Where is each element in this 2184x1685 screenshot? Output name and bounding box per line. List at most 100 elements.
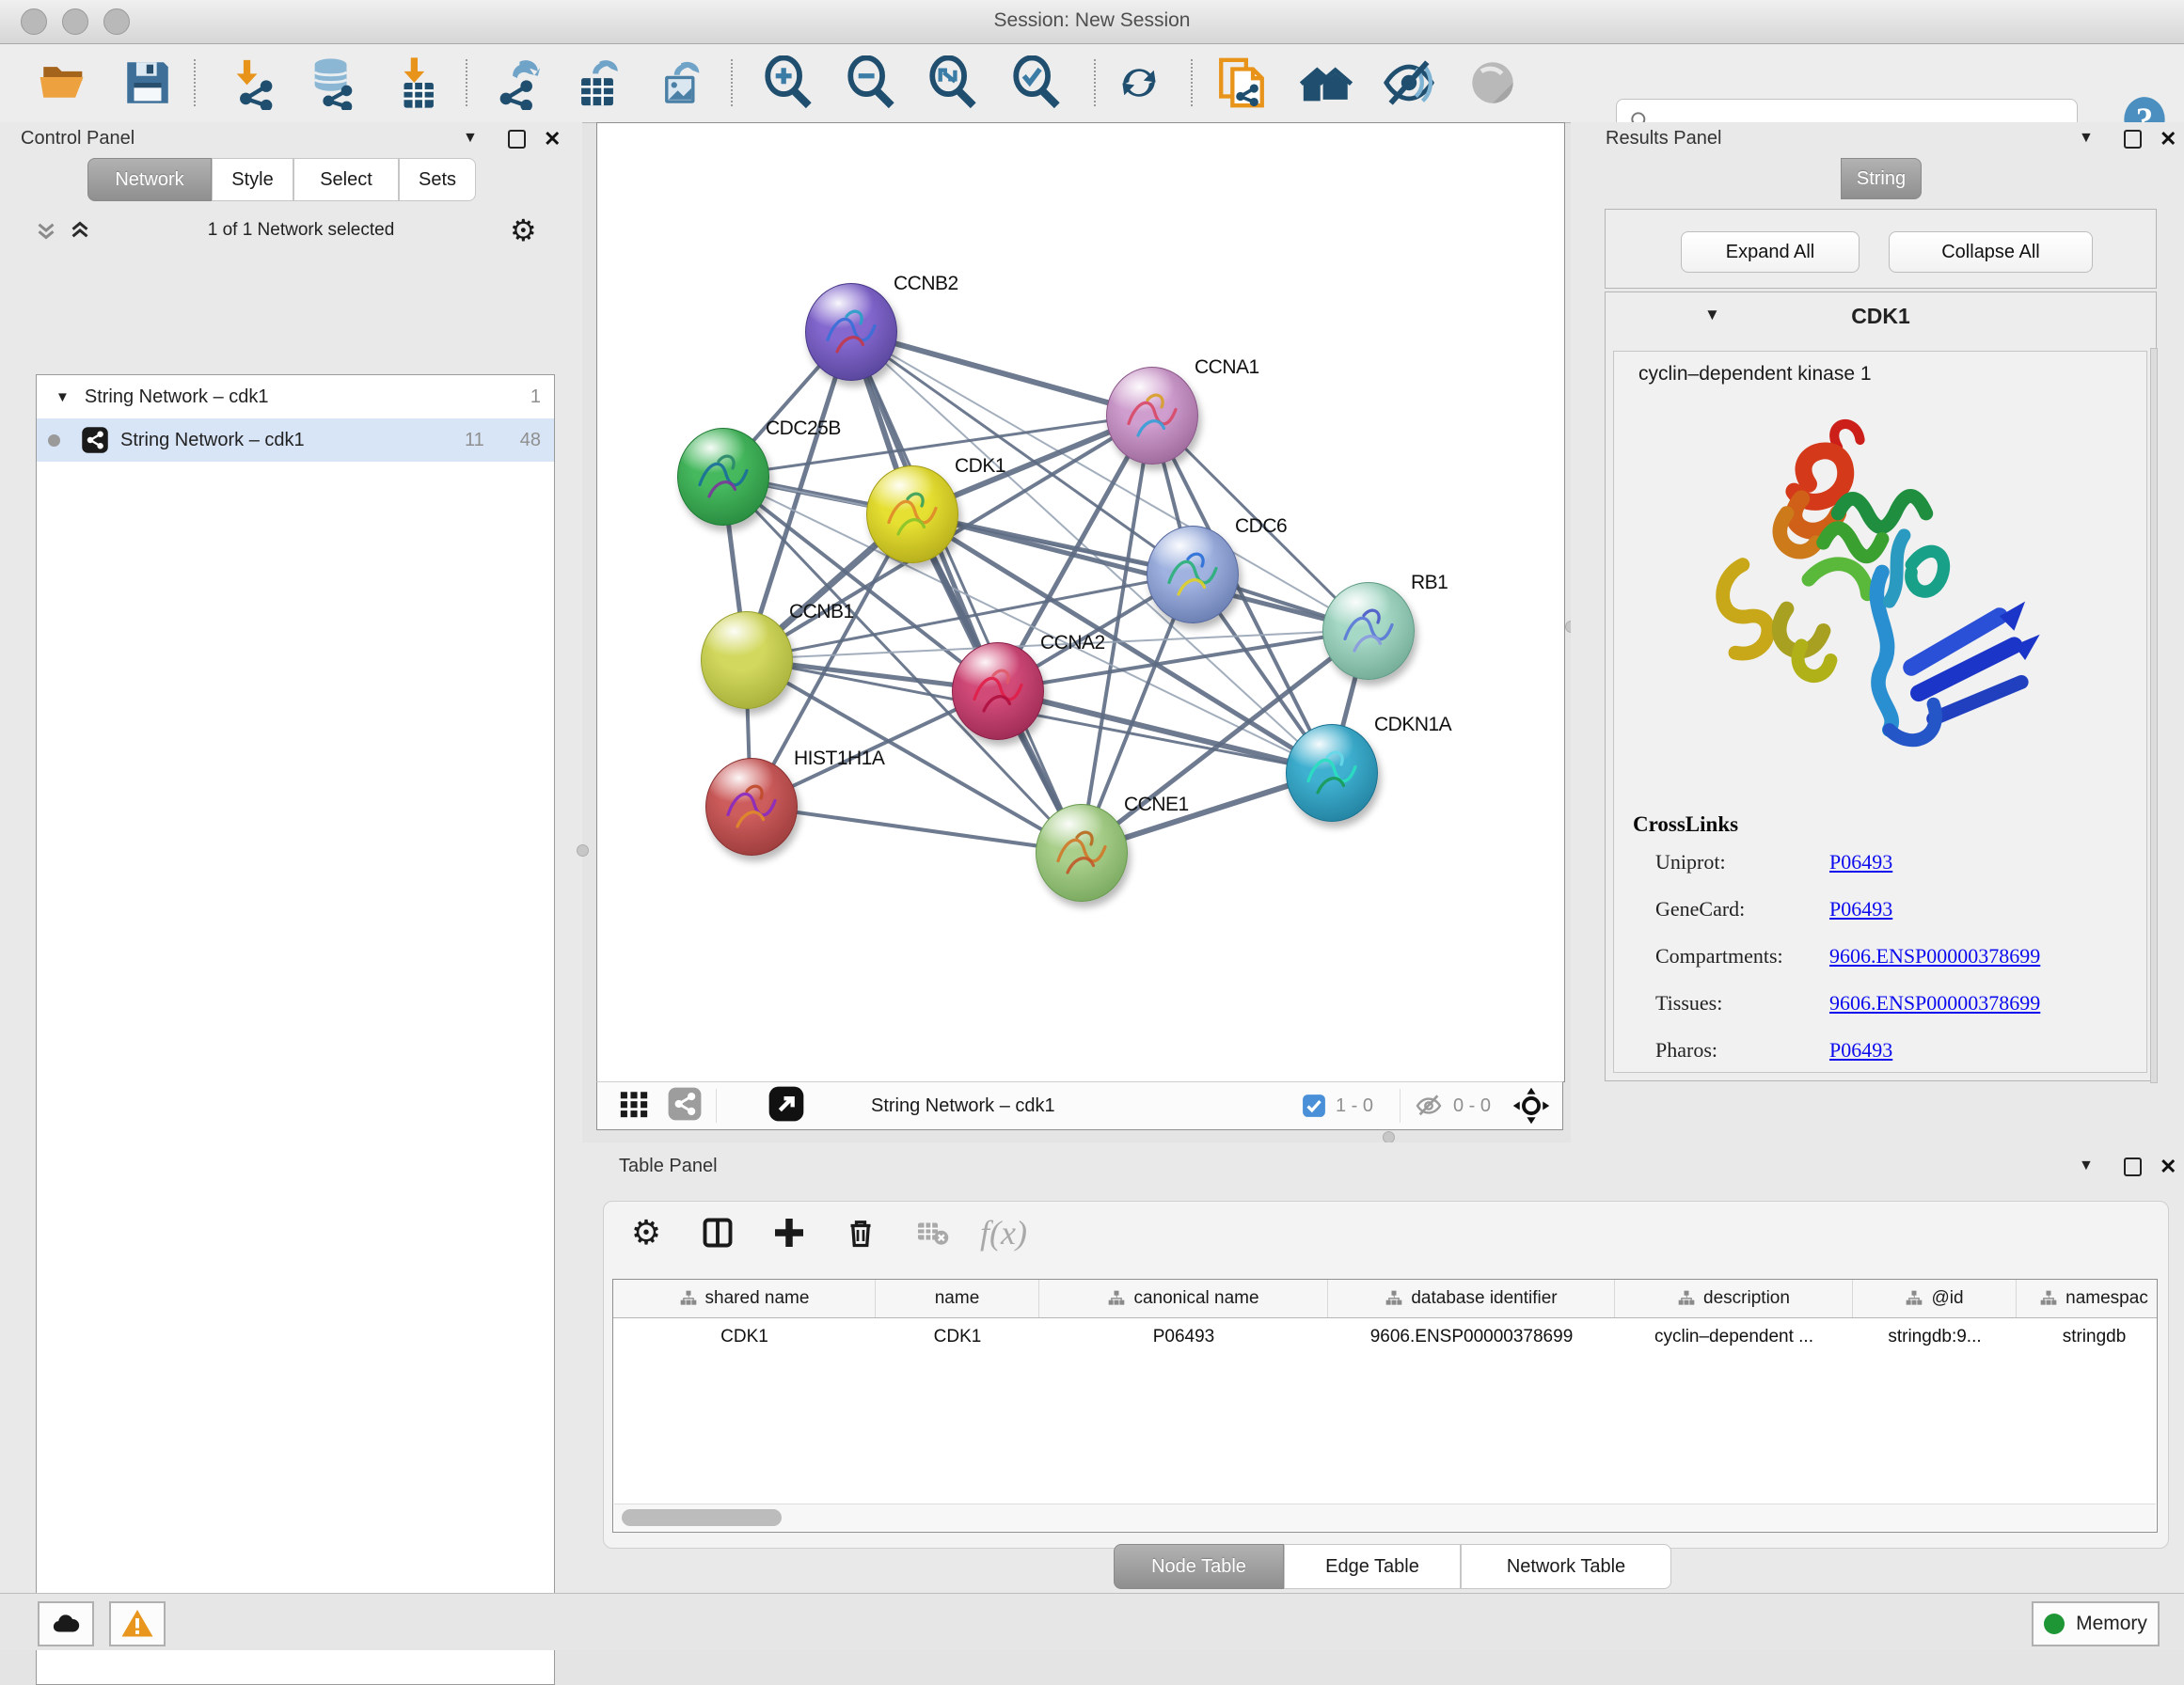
warnings-button[interactable] — [109, 1601, 166, 1646]
network-node-CCNB1[interactable] — [701, 611, 793, 709]
table-settings-gear-icon[interactable]: ⚙ — [625, 1211, 668, 1254]
delete-column-trash-icon[interactable] — [839, 1211, 882, 1254]
export-table-button[interactable] — [570, 55, 625, 110]
network-node-CDK1[interactable] — [866, 465, 958, 563]
zoom-fit-button[interactable] — [926, 55, 980, 110]
crosslink-link[interactable]: P06493 — [1829, 850, 1892, 874]
show-hidden-button[interactable] — [1465, 55, 1520, 110]
results-panel-close-icon[interactable]: ✕ — [2160, 129, 2176, 150]
network-node-CCNA2[interactable] — [952, 642, 1044, 740]
network-options-gear-icon[interactable]: ⚙ — [510, 213, 537, 248]
zoom-in-button[interactable] — [761, 55, 815, 110]
network-node-CDC25B[interactable] — [677, 428, 769, 526]
network-row-selected[interactable]: String Network – cdk1 11 48 — [37, 418, 554, 462]
table-cell[interactable]: P06493 — [1039, 1318, 1328, 1356]
apply-layout-button[interactable] — [1112, 55, 1166, 110]
import-table-file-button[interactable] — [390, 55, 445, 110]
save-session-button[interactable] — [120, 55, 175, 110]
network-node-CCNE1[interactable] — [1036, 804, 1128, 902]
tab-style[interactable]: Style — [212, 158, 293, 201]
crosslink-link[interactable]: P06493 — [1829, 1038, 1892, 1063]
table-cell[interactable]: 9606.ENSP00000378699 — [1328, 1318, 1615, 1356]
tree-expander-icon[interactable]: ▼ — [55, 389, 70, 405]
table-cell[interactable]: stringdb — [2017, 1318, 2158, 1356]
network-canvas[interactable]: CCNB2CCNA1CDC25BCDK1CDC6RB1CCNB1CCNA2CDK… — [596, 122, 1565, 1082]
show-all-button[interactable] — [1299, 55, 1353, 110]
tab-sets[interactable]: Sets — [399, 158, 476, 201]
table-row[interactable]: CDK1CDK1P064939606.ENSP00000378699cyclin… — [613, 1318, 2157, 1356]
column-header-namespac[interactable]: namespac — [2017, 1280, 2158, 1317]
collection-count: 1 — [530, 386, 541, 408]
column-header-name[interactable]: name — [876, 1280, 1039, 1317]
control-panel-close-icon[interactable]: ✕ — [544, 129, 561, 150]
table-cell[interactable]: stringdb:9... — [1853, 1318, 2017, 1356]
table-panel-menu-icon[interactable]: ▼ — [2079, 1157, 2094, 1174]
export-image-button[interactable] — [654, 55, 708, 110]
crosslink-link[interactable]: 9606.ENSP00000378699 — [1829, 944, 2040, 968]
delete-table-icon[interactable] — [910, 1211, 954, 1254]
network-node-CCNB2[interactable] — [805, 283, 897, 381]
crosslink-link[interactable]: P06493 — [1829, 897, 1892, 921]
network-collection-row[interactable]: ▼ String Network – cdk1 1 — [37, 375, 554, 418]
scrollbar-thumb[interactable] — [622, 1509, 782, 1526]
memory-button[interactable]: Memory — [2032, 1601, 2160, 1646]
open-external-icon[interactable] — [768, 1085, 805, 1127]
results-panel-menu-icon[interactable]: ▼ — [2079, 130, 2094, 147]
table-panel-close-icon[interactable]: ✕ — [2160, 1157, 2176, 1177]
network-node-RB1[interactable] — [1322, 582, 1415, 680]
selected-checkbox-icon[interactable] — [1302, 1094, 1326, 1118]
import-network-database-button[interactable] — [306, 55, 360, 110]
table-horizontal-scrollbar[interactable] — [614, 1504, 2156, 1531]
tab-edge-table[interactable]: Edge Table — [1284, 1544, 1461, 1589]
network-node-HIST1H1A[interactable] — [705, 758, 798, 856]
fit-content-crosshair-icon[interactable] — [1511, 1086, 1551, 1126]
tab-select[interactable]: Select — [293, 158, 399, 201]
function-builder-icon[interactable]: f(x) — [982, 1211, 1025, 1254]
network-node-CDC6[interactable] — [1147, 526, 1239, 623]
zoom-fit-icon — [926, 55, 980, 110]
results-scrollbar[interactable] — [2150, 348, 2158, 1083]
crosslink-link[interactable]: 9606.ENSP00000378699 — [1829, 991, 2040, 1016]
cloud-button[interactable] — [38, 1601, 94, 1646]
network-node-CDKN1A[interactable] — [1286, 724, 1378, 822]
crosslinks-heading: CrossLinks — [1633, 812, 1738, 837]
column-header-description[interactable]: description — [1615, 1280, 1853, 1317]
network-node-CCNA1[interactable] — [1106, 367, 1198, 465]
table-cell[interactable]: CDK1 — [613, 1318, 876, 1356]
birds-eye-view-icon[interactable] — [618, 1088, 650, 1125]
tab-network-table[interactable]: Network Table — [1461, 1544, 1671, 1589]
export-network-button[interactable] — [490, 55, 545, 110]
copy-style-button[interactable] — [1214, 55, 1269, 110]
table-cell[interactable]: cyclin–dependent ... — [1615, 1318, 1853, 1356]
show-columns-icon[interactable] — [696, 1211, 739, 1254]
control-panel-float-icon[interactable] — [508, 130, 526, 149]
edge-HIST1H1A-CCNE1[interactable] — [751, 806, 1081, 852]
column-header-database-identifier[interactable]: database identifier — [1328, 1280, 1615, 1317]
results-panel-float-icon[interactable] — [2124, 130, 2142, 149]
import-network-file-button[interactable] — [228, 55, 282, 110]
open-file-button[interactable] — [37, 55, 91, 110]
zoom-out-button[interactable] — [844, 55, 898, 110]
left-splitter-grip[interactable] — [577, 844, 589, 857]
table-cell[interactable]: CDK1 — [876, 1318, 1039, 1356]
node-label-CCNB1: CCNB1 — [789, 601, 854, 623]
save-icon — [120, 55, 175, 110]
collapse-all-button[interactable]: Collapse All — [1889, 231, 2093, 273]
tab-network[interactable]: Network — [87, 158, 212, 201]
add-column-icon[interactable] — [768, 1211, 811, 1254]
hide-selected-button[interactable] — [1382, 55, 1436, 110]
column-header--id[interactable]: @id — [1853, 1280, 2017, 1317]
table-panel-float-icon[interactable] — [2124, 1157, 2142, 1176]
column-header-canonical-name[interactable]: canonical name — [1039, 1280, 1328, 1317]
edge-CCNB2-CCNE1[interactable] — [850, 331, 1081, 852]
control-panel-menu-icon[interactable]: ▼ — [463, 130, 478, 147]
string-view-icon[interactable] — [667, 1086, 703, 1126]
expand-all-button[interactable]: Expand All — [1681, 231, 1860, 273]
tab-string[interactable]: String — [1841, 158, 1922, 199]
node-label-CCNA1: CCNA1 — [1195, 356, 1259, 379]
edge-CDK1-RB1[interactable] — [911, 513, 1368, 630]
tab-node-table[interactable]: Node Table — [1114, 1544, 1284, 1589]
hidden-eye-slash-icon[interactable] — [1414, 1091, 1444, 1121]
column-header-shared-name[interactable]: shared name — [613, 1280, 876, 1317]
zoom-selected-button[interactable] — [1009, 55, 1064, 110]
